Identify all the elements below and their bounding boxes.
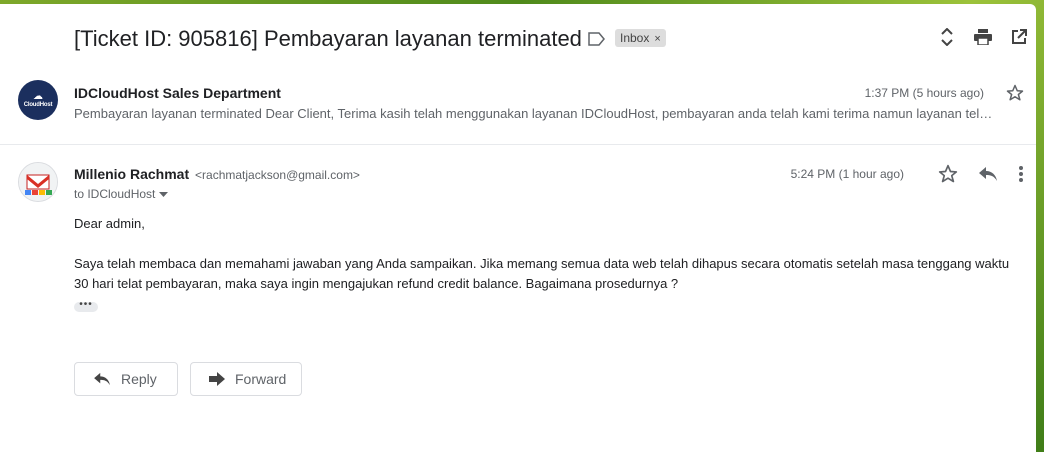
message-time: 1:37 PM (5 hours ago) xyxy=(864,86,984,100)
avatar: ☁ CloudHost xyxy=(18,80,58,120)
label-outline-icon[interactable] xyxy=(588,32,606,51)
thread-actions xyxy=(938,28,1028,46)
more-vert-icon[interactable] xyxy=(1018,165,1024,188)
unfold-more-icon[interactable] xyxy=(938,28,956,46)
sender-name: Millenio Rachmat xyxy=(74,166,190,182)
message-paragraph: Saya telah membaca dan memahami jawaban … xyxy=(74,256,1010,291)
message-snippet: Pembayaran layanan terminated Dear Clien… xyxy=(74,106,993,121)
recipient-details[interactable]: to IDCloudHost xyxy=(74,187,169,201)
star-outline-icon[interactable] xyxy=(1006,84,1024,107)
reply-label: Reply xyxy=(121,371,157,387)
expanded-message: Millenio Rachmat <rachmatjackson@gmail.c… xyxy=(0,152,1036,452)
reply-icon[interactable] xyxy=(978,166,998,187)
show-trimmed-content-button[interactable]: ••• xyxy=(74,300,98,312)
message-time: 5:24 PM (1 hour ago) xyxy=(790,167,904,181)
recipient-text: to IDCloudHost xyxy=(74,187,156,201)
reply-button[interactable]: Reply xyxy=(74,362,178,396)
email-subject: [Ticket ID: 905816] Pembayaran layanan t… xyxy=(74,26,582,51)
chevron-down-icon[interactable] xyxy=(159,187,169,201)
cloud-icon: ☁ xyxy=(33,91,43,102)
email-view: [Ticket ID: 905816] Pembayaran layanan t… xyxy=(0,4,1036,452)
remove-label-icon[interactable]: × xyxy=(654,33,660,45)
message-body: Dear admin, Saya telah membaca dan memah… xyxy=(74,214,1024,294)
message-actions xyxy=(938,164,1024,189)
avatar-brand-text: CloudHost xyxy=(23,102,53,108)
open-in-new-icon[interactable] xyxy=(1010,28,1028,46)
reply-icon xyxy=(93,372,111,386)
sender-line: Millenio Rachmat <rachmatjackson@gmail.c… xyxy=(74,166,360,182)
subject-row: [Ticket ID: 905816] Pembayaran layanan t… xyxy=(74,24,1036,60)
forward-icon xyxy=(209,372,225,386)
forward-label: Forward xyxy=(235,371,287,387)
inbox-label-text: Inbox xyxy=(620,31,650,45)
sender-email: <rachmatjackson@gmail.com> xyxy=(195,168,360,182)
star-outline-icon[interactable] xyxy=(938,164,958,189)
message-greeting: Dear admin, xyxy=(74,216,145,231)
inbox-label-chip[interactable]: Inbox × xyxy=(615,29,666,47)
forward-button[interactable]: Forward xyxy=(190,362,302,396)
avatar xyxy=(18,162,58,202)
sender-name: IDCloudHost Sales Department xyxy=(74,85,281,101)
print-icon[interactable] xyxy=(974,28,992,46)
collapsed-message[interactable]: ☁ CloudHost IDCloudHost Sales Department… xyxy=(0,74,1036,145)
